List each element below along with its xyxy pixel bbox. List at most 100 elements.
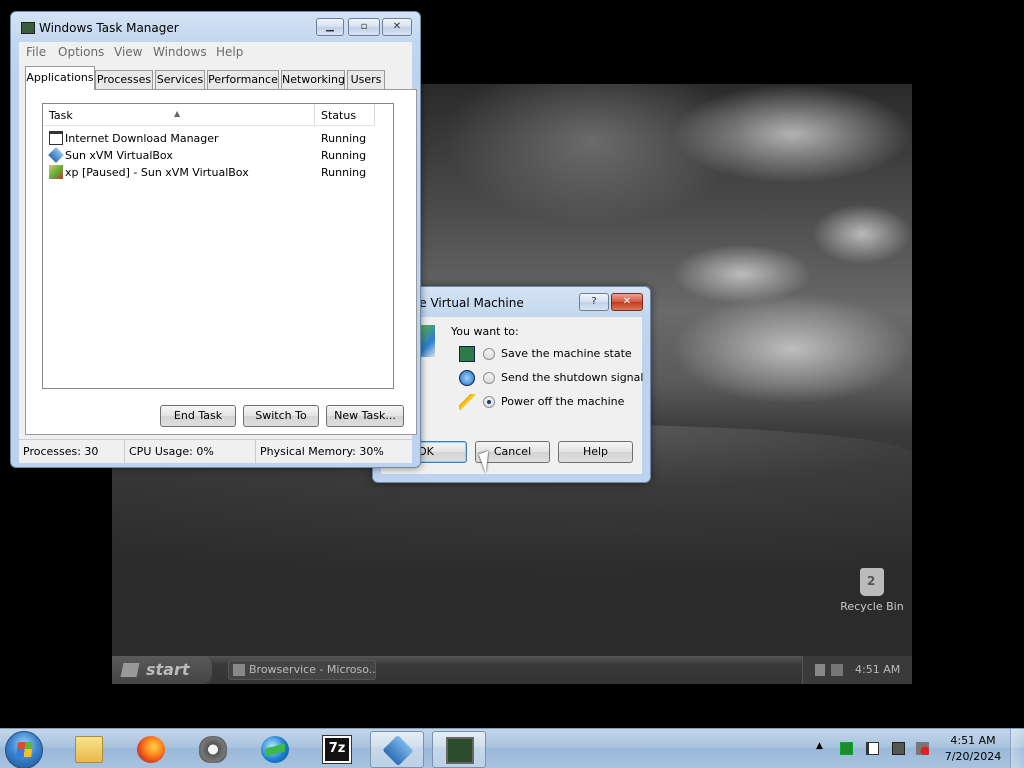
applications-panel: ▲ Task Status Internet Download Manager … xyxy=(25,89,417,435)
7zip-icon: 7z xyxy=(322,735,352,764)
radio-power-off[interactable] xyxy=(483,396,495,408)
sort-arrow-icon: ▲ xyxy=(174,109,181,118)
task-name: xp [Paused] - Sun xVM VirtualBox xyxy=(65,166,249,179)
show-hidden-icons-icon[interactable]: ▲ xyxy=(816,741,823,751)
tab-performance[interactable]: Performance xyxy=(207,70,279,89)
task-name: Sun xVM VirtualBox xyxy=(65,149,173,162)
globe-download-icon xyxy=(261,736,289,763)
vm-taskbar-item[interactable]: Browservice - Microso... xyxy=(228,660,376,680)
help-caption-button[interactable]: ? xyxy=(579,293,609,311)
end-task-button[interactable]: End Task xyxy=(160,405,236,427)
menu-view[interactable]: View xyxy=(114,45,142,59)
cloud xyxy=(672,84,912,184)
help-button[interactable]: Help xyxy=(558,441,633,463)
tab-networking[interactable]: Networking xyxy=(281,70,345,89)
task-list[interactable]: ▲ Task Status Internet Download Manager … xyxy=(42,103,394,389)
windows-flag-icon xyxy=(120,663,140,677)
clock[interactable]: 4:51 AM 7/20/2024 xyxy=(930,733,1016,765)
volume-muted-icon[interactable] xyxy=(916,742,929,755)
clock-time: 4:51 AM xyxy=(950,734,996,747)
cloud xyxy=(672,294,912,404)
power-button-icon xyxy=(459,370,475,386)
network-icon[interactable] xyxy=(892,742,905,755)
menu-help[interactable]: Help xyxy=(216,45,243,59)
menu-file[interactable]: File xyxy=(26,45,46,59)
vm-start-label: start xyxy=(146,660,190,679)
close-vm-title: se Virtual Machine xyxy=(413,296,524,310)
start-orb-button[interactable] xyxy=(5,731,43,768)
table-row[interactable]: Sun xVM VirtualBox Running xyxy=(47,147,391,164)
option-label: Power off the machine xyxy=(501,395,625,408)
virtualbox-logo-icon xyxy=(419,325,435,357)
column-header-label: Task xyxy=(49,109,73,122)
folder-icon xyxy=(75,736,103,763)
recycle-bin-icon xyxy=(860,568,884,596)
task-manager-icon xyxy=(446,737,474,764)
tray-green-icon[interactable] xyxy=(840,742,853,755)
prompt-label: You want to: xyxy=(451,325,519,338)
column-header-task[interactable]: ▲ Task xyxy=(43,104,315,126)
taskbar-firefox-button[interactable] xyxy=(124,731,178,768)
new-task-button[interactable]: New Task... xyxy=(326,405,404,427)
task-manager-icon xyxy=(21,22,35,34)
tray-speaker-icon[interactable] xyxy=(815,664,825,676)
tab-applications[interactable]: Applications xyxy=(25,66,95,90)
taskbar-virtualbox-button[interactable] xyxy=(370,731,424,768)
vm-start-button[interactable]: start xyxy=(112,656,212,684)
action-center-flag-icon[interactable] xyxy=(866,742,879,755)
table-row[interactable]: xp [Paused] - Sun xVM VirtualBox Running xyxy=(47,164,391,181)
taskbar-task-manager-button[interactable] xyxy=(432,731,486,768)
status-cpu: CPU Usage: 0% xyxy=(125,440,256,464)
recycle-bin[interactable]: Recycle Bin xyxy=(840,568,904,613)
column-header-status[interactable]: Status xyxy=(315,104,375,126)
vm-system-tray: 4:51 AM xyxy=(802,656,912,684)
taskbar-idm-button[interactable] xyxy=(186,731,240,768)
status-memory: Physical Memory: 30% xyxy=(260,445,384,458)
tab-processes[interactable]: Processes xyxy=(95,70,153,89)
task-manager-body: Applications Processes Services Performa… xyxy=(19,62,417,439)
tray-network-icon[interactable] xyxy=(831,664,843,676)
vm-taskbar: start Browservice - Microso... 4:51 AM xyxy=(112,656,912,684)
menu-bar: File Options View Windows Help xyxy=(19,42,412,62)
cloud xyxy=(812,204,912,264)
firefox-icon xyxy=(137,736,165,763)
taskbar-download-button[interactable] xyxy=(248,731,302,768)
task-status: Running xyxy=(321,166,367,179)
taskbar-explorer-button[interactable] xyxy=(62,731,116,768)
status-processes: Processes: 30 xyxy=(19,440,125,464)
clock-date: 7/20/2024 xyxy=(944,750,1002,763)
task-name: Internet Download Manager xyxy=(65,132,219,145)
tab-services[interactable]: Services xyxy=(155,70,205,89)
task-status: Running xyxy=(321,132,367,145)
menu-options[interactable]: Options xyxy=(58,45,104,59)
tab-users[interactable]: Users xyxy=(347,70,385,89)
maximize-button[interactable]: ▫ xyxy=(348,18,380,36)
recycle-bin-label: Recycle Bin xyxy=(840,600,904,613)
menu-windows[interactable]: Windows xyxy=(153,45,207,59)
vm-taskbar-item-label: Browservice - Microso... xyxy=(249,663,376,676)
virtualbox-icon xyxy=(48,147,64,163)
option-label: Send the shutdown signal xyxy=(501,371,644,384)
radio-shutdown-signal[interactable] xyxy=(483,372,495,384)
status-bar: Processes: 30 CPU Usage: 0% Physical Mem… xyxy=(19,439,412,464)
virtualbox-icon xyxy=(382,734,414,767)
minimize-button[interactable]: ▁ xyxy=(316,18,344,36)
task-manager-titlebar[interactable]: Windows Task Manager ▁ ▫ ✕ xyxy=(11,12,420,42)
table-row[interactable]: Internet Download Manager Running xyxy=(47,130,391,147)
windows-logo-icon xyxy=(16,742,33,757)
window-title: Windows Task Manager xyxy=(39,21,179,35)
ie-window-icon xyxy=(233,664,245,676)
taskbar-7zip-button[interactable]: 7z xyxy=(310,731,364,768)
host-taskbar: 7z ▲ 4:51 AM 7/20/2024 xyxy=(0,728,1024,768)
show-desktop-button[interactable] xyxy=(1010,729,1024,768)
task-status: Running xyxy=(321,149,367,162)
vm-clock: 4:51 AM xyxy=(855,663,901,676)
option-label: Save the machine state xyxy=(501,347,632,360)
close-button[interactable]: ✕ xyxy=(382,18,412,36)
close-button[interactable]: ✕ xyxy=(611,293,643,311)
task-manager-window: Windows Task Manager ▁ ▫ ✕ File Options … xyxy=(10,11,421,468)
lightning-icon xyxy=(459,394,475,410)
radio-save-state[interactable] xyxy=(483,348,495,360)
raccoon-icon xyxy=(199,736,227,763)
switch-to-button[interactable]: Switch To xyxy=(243,405,319,427)
